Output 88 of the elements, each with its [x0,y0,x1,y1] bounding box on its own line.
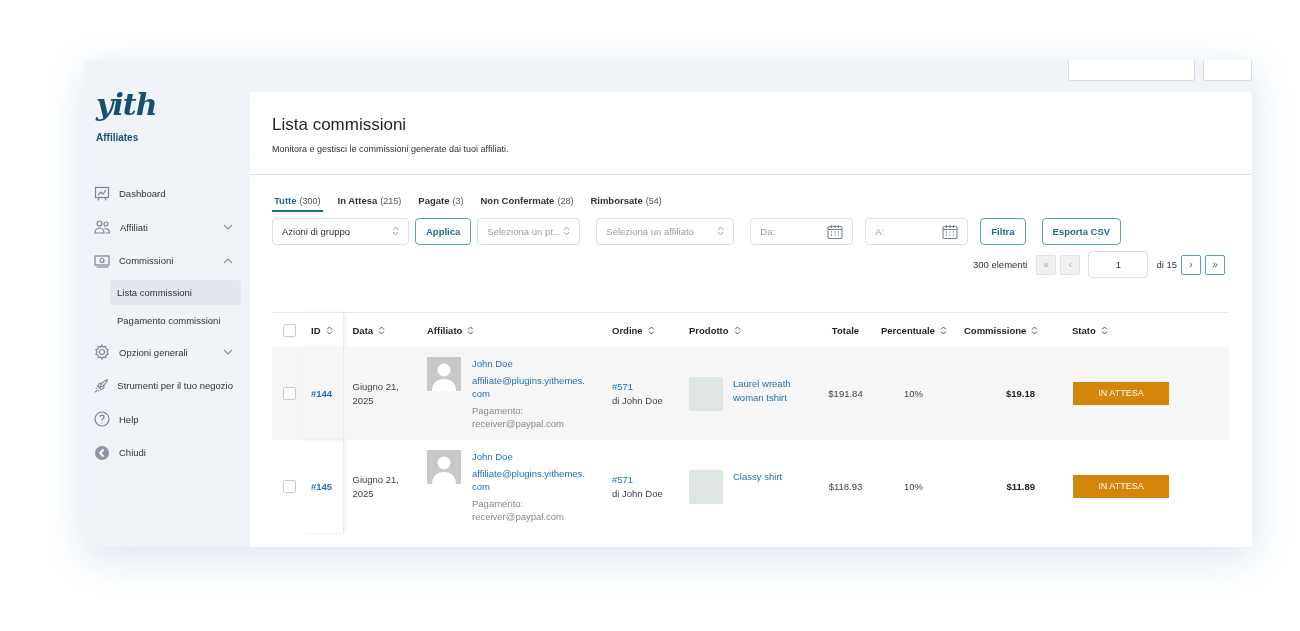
commission-text: $11.89 [1006,481,1035,492]
date-text: Giugno 21, 2025 [352,380,399,406]
filter-tab[interactable]: Pagate (3) [416,193,466,212]
page-description: Monitora e gestisci le commissioni generate dai tuoi affiliati. [272,144,510,154]
presentation-board-icon [94,185,110,202]
submenu-item[interactable]: Lista commissioni [110,279,241,305]
item-count: 300 elementi [973,259,1028,270]
updown-icon [563,226,571,236]
sort-icon[interactable] [733,325,741,335]
page-input[interactable]: 1 [1088,251,1149,278]
sidebar-item[interactable]: Help [94,402,241,436]
column-header[interactable]: Data [352,324,386,336]
column-header[interactable]: Stato [1072,324,1108,336]
product-name: Affiliates [96,132,140,143]
affiliate-name-link[interactable]: John Doe [472,357,586,370]
order-link[interactable]: #571 [612,473,634,485]
payment-text: Pagamento: receiver@paypal.com [472,404,565,430]
affiliate-name-link[interactable]: John Doe [472,450,586,463]
status-badge: IN ATTESA [1073,475,1169,498]
updown-icon [717,226,725,236]
commission-id-link[interactable]: #145 [311,481,333,492]
column-header[interactable]: Percentuale [881,324,947,336]
total-text: $191.84 [828,388,863,399]
chevron-icon[interactable] [223,257,233,264]
order-customer: di John Doe [612,394,663,406]
sidebar-item[interactable]: Commissioni [94,244,241,278]
sort-icon[interactable] [939,325,947,335]
page-total: di 15 [1156,259,1177,270]
banknote-icon [94,252,110,269]
filter-button[interactable]: Filtra [980,217,1026,245]
sort-icon[interactable] [378,325,386,335]
sidebar-item[interactable]: Opzioni generali [94,335,241,369]
column-header[interactable]: Prodotto [689,324,741,336]
total-text: $118.93 [828,481,863,492]
page-button[interactable]: » [1205,254,1225,275]
sidebar-item[interactable]: Dashboard [94,177,241,211]
sidebar-item[interactable]: Strumenti per il tuo negozio [94,369,241,403]
column-header[interactable]: ID [311,324,333,336]
affiliate-email-link[interactable]: affiliate@plugins.yithemes.com [472,467,586,493]
percentage-text: 10% [904,388,923,399]
checkbox[interactable] [283,323,296,337]
percentage-text: 10% [904,481,923,492]
commission-text: $19.18 [1005,388,1035,399]
bulk-actions-select[interactable]: Azioni di gruppo [272,217,409,245]
calendar-icon [942,223,959,239]
sort-icon[interactable] [1100,325,1108,335]
apply-button[interactable]: Applica [415,217,472,245]
column-header[interactable]: Affiliato [427,324,475,336]
settings-icon [94,344,110,361]
avatar-icon [427,357,461,391]
filter-tab[interactable]: In Attesa (215) [335,193,404,212]
commission-id-link[interactable]: #144 [311,388,333,399]
filter-tab[interactable]: Rimborsate (54) [588,193,664,212]
chevron-icon[interactable] [223,224,233,231]
column-header: Totale [831,324,860,336]
export-csv-button[interactable]: Esporta CSV [1041,217,1122,245]
filter-tab[interactable]: Tutte (300) [272,193,323,212]
checkbox[interactable] [283,387,296,400]
page-title: Lista commissioni [272,115,408,135]
column-header[interactable]: Commissione [964,324,1039,336]
sort-icon[interactable] [1031,325,1039,335]
page-button[interactable]: › [1181,254,1201,275]
avatar-icon [427,450,461,484]
sidebar-item[interactable]: Chiudi [94,436,241,470]
sidebar-item[interactable]: Affiliati [94,210,241,244]
people-icon [94,219,111,236]
product-link[interactable]: Classy shirt [733,469,803,484]
order-link[interactable]: #571 [612,380,634,392]
updown-icon [392,226,399,236]
status-badge: IN ATTESA [1073,382,1169,405]
date-text: Giugno 21, 2025 [352,473,399,499]
filter-tab[interactable]: Non Confermate (28) [478,193,576,212]
sort-icon[interactable] [467,325,475,335]
help-icon [94,411,110,428]
sort-icon[interactable] [325,325,333,335]
rocket-icon [94,377,109,394]
sort-icon[interactable] [647,325,655,335]
column-header[interactable]: Ordine [612,324,655,336]
logo: yith [96,88,157,122]
calendar-icon [827,223,844,239]
product-link[interactable]: Laurel wreath woman tshirt [733,376,803,405]
chevron-icon[interactable] [223,349,233,356]
order-customer: di John Doe [612,487,663,499]
submenu-item[interactable]: Pagamento commissioni [110,307,241,333]
product-photo-placeholder [689,469,723,504]
payment-text: Pagamento: receiver@paypal.com [472,497,565,523]
checkbox[interactable] [283,480,296,493]
affiliate-email-link[interactable]: affiliate@plugins.yithemes.com [472,374,586,400]
